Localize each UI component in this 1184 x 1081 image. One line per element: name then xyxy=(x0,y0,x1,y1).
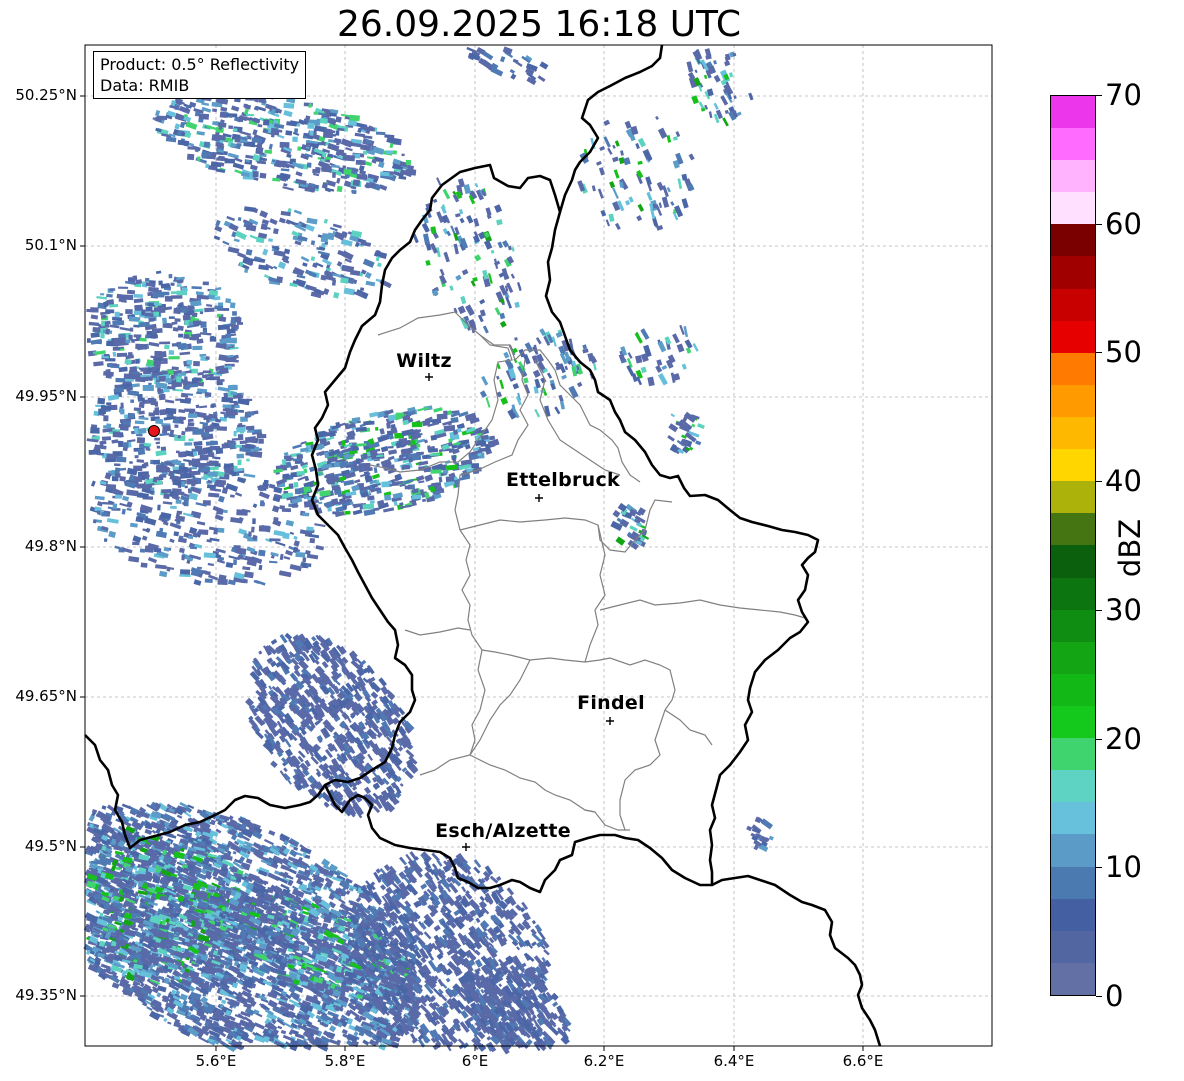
colorbar-segment xyxy=(1051,866,1095,899)
colorbar-tick xyxy=(1096,352,1102,354)
colorbar-segment xyxy=(1051,834,1095,867)
city-label-ettelbruck: Ettelbruck xyxy=(506,469,620,491)
colorbar-tick-label: 20 xyxy=(1105,721,1142,756)
colorbar-tick xyxy=(1096,481,1102,483)
radar-map xyxy=(80,44,993,1055)
colorbar-segment xyxy=(1051,192,1095,225)
lon-label: 6.2°E xyxy=(583,1052,625,1070)
lon-label: 6°E xyxy=(461,1052,489,1070)
lat-label: 49.8°N xyxy=(24,537,77,555)
colorbar-segment xyxy=(1051,545,1095,578)
colorbar-tick xyxy=(1096,95,1102,96)
colorbar xyxy=(1050,95,1096,996)
colorbar-segment xyxy=(1051,513,1095,546)
colorbar-tick xyxy=(1096,223,1102,225)
colorbar-segment xyxy=(1051,256,1095,289)
lat-label: 49.95°N xyxy=(15,387,77,405)
lat-label: 49.65°N xyxy=(15,687,77,705)
colorbar-segment xyxy=(1051,160,1095,193)
colorbar-tick-label: 40 xyxy=(1105,464,1142,499)
colorbar-segment xyxy=(1051,802,1095,835)
colorbar-segment xyxy=(1051,352,1095,385)
colorbar-segment xyxy=(1051,320,1095,353)
colorbar-tick-label: 60 xyxy=(1105,206,1142,241)
colorbar-segment xyxy=(1051,770,1095,803)
city-label-wiltz: Wiltz xyxy=(396,350,452,372)
colorbar-segment xyxy=(1051,738,1095,771)
colorbar-segment xyxy=(1051,449,1095,482)
colorbar-tick-label: 70 xyxy=(1105,78,1142,112)
colorbar-tick-label: 30 xyxy=(1105,592,1142,627)
city-label-findel: Findel xyxy=(577,692,645,714)
colorbar-tick xyxy=(1096,996,1102,997)
colorbar-segment xyxy=(1051,481,1095,514)
radar-site-marker xyxy=(148,425,160,437)
product-info-box: Product: 0.5° Reflectivity Data: RMIB xyxy=(93,51,307,99)
lon-label: 5.6°E xyxy=(195,1052,237,1070)
colorbar-segment xyxy=(1051,224,1095,257)
lon-label: 6.6°E xyxy=(842,1052,884,1070)
colorbar-segment xyxy=(1051,673,1095,707)
colorbar-segment xyxy=(1051,898,1095,931)
colorbar-tick-label: 0 xyxy=(1105,979,1124,1013)
colorbar-segment xyxy=(1051,95,1095,129)
colorbar-tick-label: 10 xyxy=(1105,850,1142,885)
lat-label: 49.5°N xyxy=(24,837,77,855)
lon-label: 6.4°E xyxy=(713,1052,755,1070)
lat-label: 50.1°N xyxy=(24,236,77,254)
colorbar-segment xyxy=(1051,417,1095,450)
colorbar-segment xyxy=(1051,577,1095,610)
city-label-esch-alzette: Esch/Alzette xyxy=(435,820,571,842)
colorbar-tick xyxy=(1096,738,1102,740)
product-label: Product: 0.5° Reflectivity xyxy=(100,55,300,74)
colorbar-tick xyxy=(1096,867,1102,869)
colorbar-tick xyxy=(1096,609,1102,611)
data-source-label: Data: RMIB xyxy=(100,76,190,95)
colorbar-segment xyxy=(1051,706,1095,739)
lat-label: 49.35°N xyxy=(15,986,77,1004)
lon-label: 5.8°E xyxy=(324,1052,366,1070)
colorbar-segment xyxy=(1051,641,1095,674)
colorbar-segment xyxy=(1051,962,1095,995)
colorbar-segment xyxy=(1051,288,1095,321)
colorbar-segment xyxy=(1051,384,1095,418)
colorbar-segment xyxy=(1051,128,1095,161)
lat-label: 50.25°N xyxy=(15,86,77,104)
colorbar-title: dBZ xyxy=(1113,518,1147,578)
colorbar-segment xyxy=(1051,609,1095,642)
colorbar-tick-label: 50 xyxy=(1105,335,1142,370)
colorbar-segment xyxy=(1051,930,1095,963)
